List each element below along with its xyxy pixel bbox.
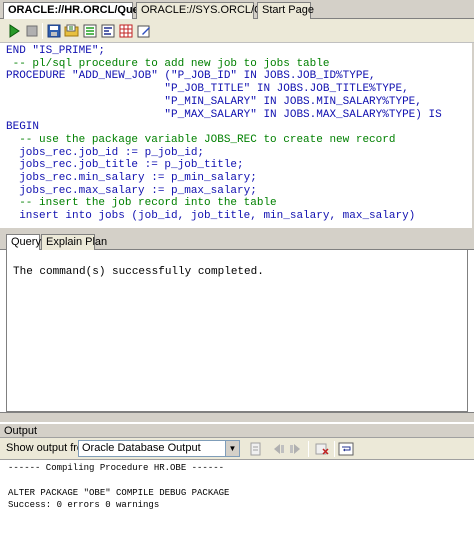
toolbar-separator: [42, 23, 43, 39]
results-pane: The command(s) successfully completed.: [6, 250, 468, 412]
output-line: Success: 0 errors 0 warnings: [8, 500, 160, 511]
output-text-area[interactable]: ------ Compiling Procedure HR.OBE ------…: [0, 460, 474, 542]
code-line[interactable]: jobs_rec.max_salary := p_max_salary;: [6, 185, 474, 198]
document-tab-bar: ORACLE://HR.ORCL/Query ORACLE://SYS.ORCL…: [0, 0, 474, 20]
sql-code[interactable]: END "IS_PRIME"; -- pl/sql procedure to a…: [0, 43, 474, 223]
tab-start-page[interactable]: Start Page: [257, 2, 314, 19]
code-line[interactable]: "P_MAX_SALARY" IN JOBS.MAX_SALARY%TYPE) …: [6, 109, 474, 122]
code-line[interactable]: jobs_rec.job_title := p_job_title;: [6, 159, 474, 172]
output-line: ------ Compiling Procedure HR.OBE ------: [8, 463, 225, 473]
save-icon[interactable]: [46, 23, 62, 39]
results-tab-bar: Query Explain Plan: [0, 232, 474, 251]
tab-sys-query[interactable]: ORACLE://SYS.ORCL/Query: [136, 2, 284, 19]
code-line[interactable]: END "IS_PRIME";: [6, 45, 474, 58]
results-scrollbar[interactable]: [0, 412, 474, 422]
code-line[interactable]: -- insert the job record into the table: [6, 197, 474, 210]
code-line[interactable]: -- use the package variable JOBS_REC to …: [6, 134, 474, 147]
output-log: ------ Compiling Procedure HR.OBE ------…: [0, 460, 474, 512]
code-line[interactable]: PROCEDURE "ADD_NEW_JOB" ("P_JOB_ID" IN J…: [6, 70, 474, 83]
go-to-source-icon[interactable]: [248, 441, 264, 457]
format-icon[interactable]: [100, 23, 116, 39]
open-icon[interactable]: [64, 23, 80, 39]
explain-plan-icon[interactable]: [82, 23, 98, 39]
results-message: The command(s) successfully completed.: [13, 266, 264, 278]
run-icon[interactable]: [6, 23, 22, 39]
previous-message-icon[interactable]: [270, 441, 286, 457]
query-toolbar: [0, 19, 474, 43]
tab-explain-plan[interactable]: Explain Plan: [41, 234, 107, 250]
code-line[interactable]: insert into jobs (job_id, job_title, min…: [6, 210, 474, 223]
grid-icon[interactable]: [118, 23, 134, 39]
next-message-icon[interactable]: [288, 441, 304, 457]
output-toolbar: Show output from: Oracle Database Output…: [0, 438, 474, 460]
clear-all-icon[interactable]: [314, 441, 330, 457]
chevron-down-icon[interactable]: ▼: [225, 441, 239, 456]
tab-hr-query[interactable]: ORACLE://HR.ORCL/Query: [3, 2, 149, 20]
code-line[interactable]: jobs_rec.min_salary := p_min_salary;: [6, 172, 474, 185]
output-toolbar-separator-2: [334, 441, 335, 457]
tab-query-results[interactable]: Query: [6, 234, 41, 251]
code-line[interactable]: "P_JOB_TITLE" IN JOBS.JOB_TITLE%TYPE,: [6, 83, 474, 96]
sql-editor[interactable]: END "IS_PRIME"; -- pl/sql procedure to a…: [0, 43, 474, 230]
code-line[interactable]: -- pl/sql procedure to add new job to jo…: [6, 58, 474, 71]
word-wrap-icon[interactable]: [338, 441, 354, 457]
output-line: ALTER PACKAGE "OBE" COMPILE DEBUG PACKAG…: [8, 487, 230, 498]
stop-icon[interactable]: [24, 23, 40, 39]
output-panel-title: Output: [0, 423, 474, 438]
output-toolbar-separator: [308, 441, 309, 457]
output-source-value: Oracle Database Output: [82, 442, 201, 454]
edit-icon[interactable]: [136, 23, 152, 39]
code-line[interactable]: jobs_rec.job_id := p_job_id;: [6, 147, 474, 160]
code-line[interactable]: "P_MIN_SALARY" IN JOBS.MIN_SALARY%TYPE,: [6, 96, 474, 109]
code-line[interactable]: BEGIN: [6, 121, 474, 134]
output-source-select[interactable]: Oracle Database Output ▼: [78, 440, 240, 457]
